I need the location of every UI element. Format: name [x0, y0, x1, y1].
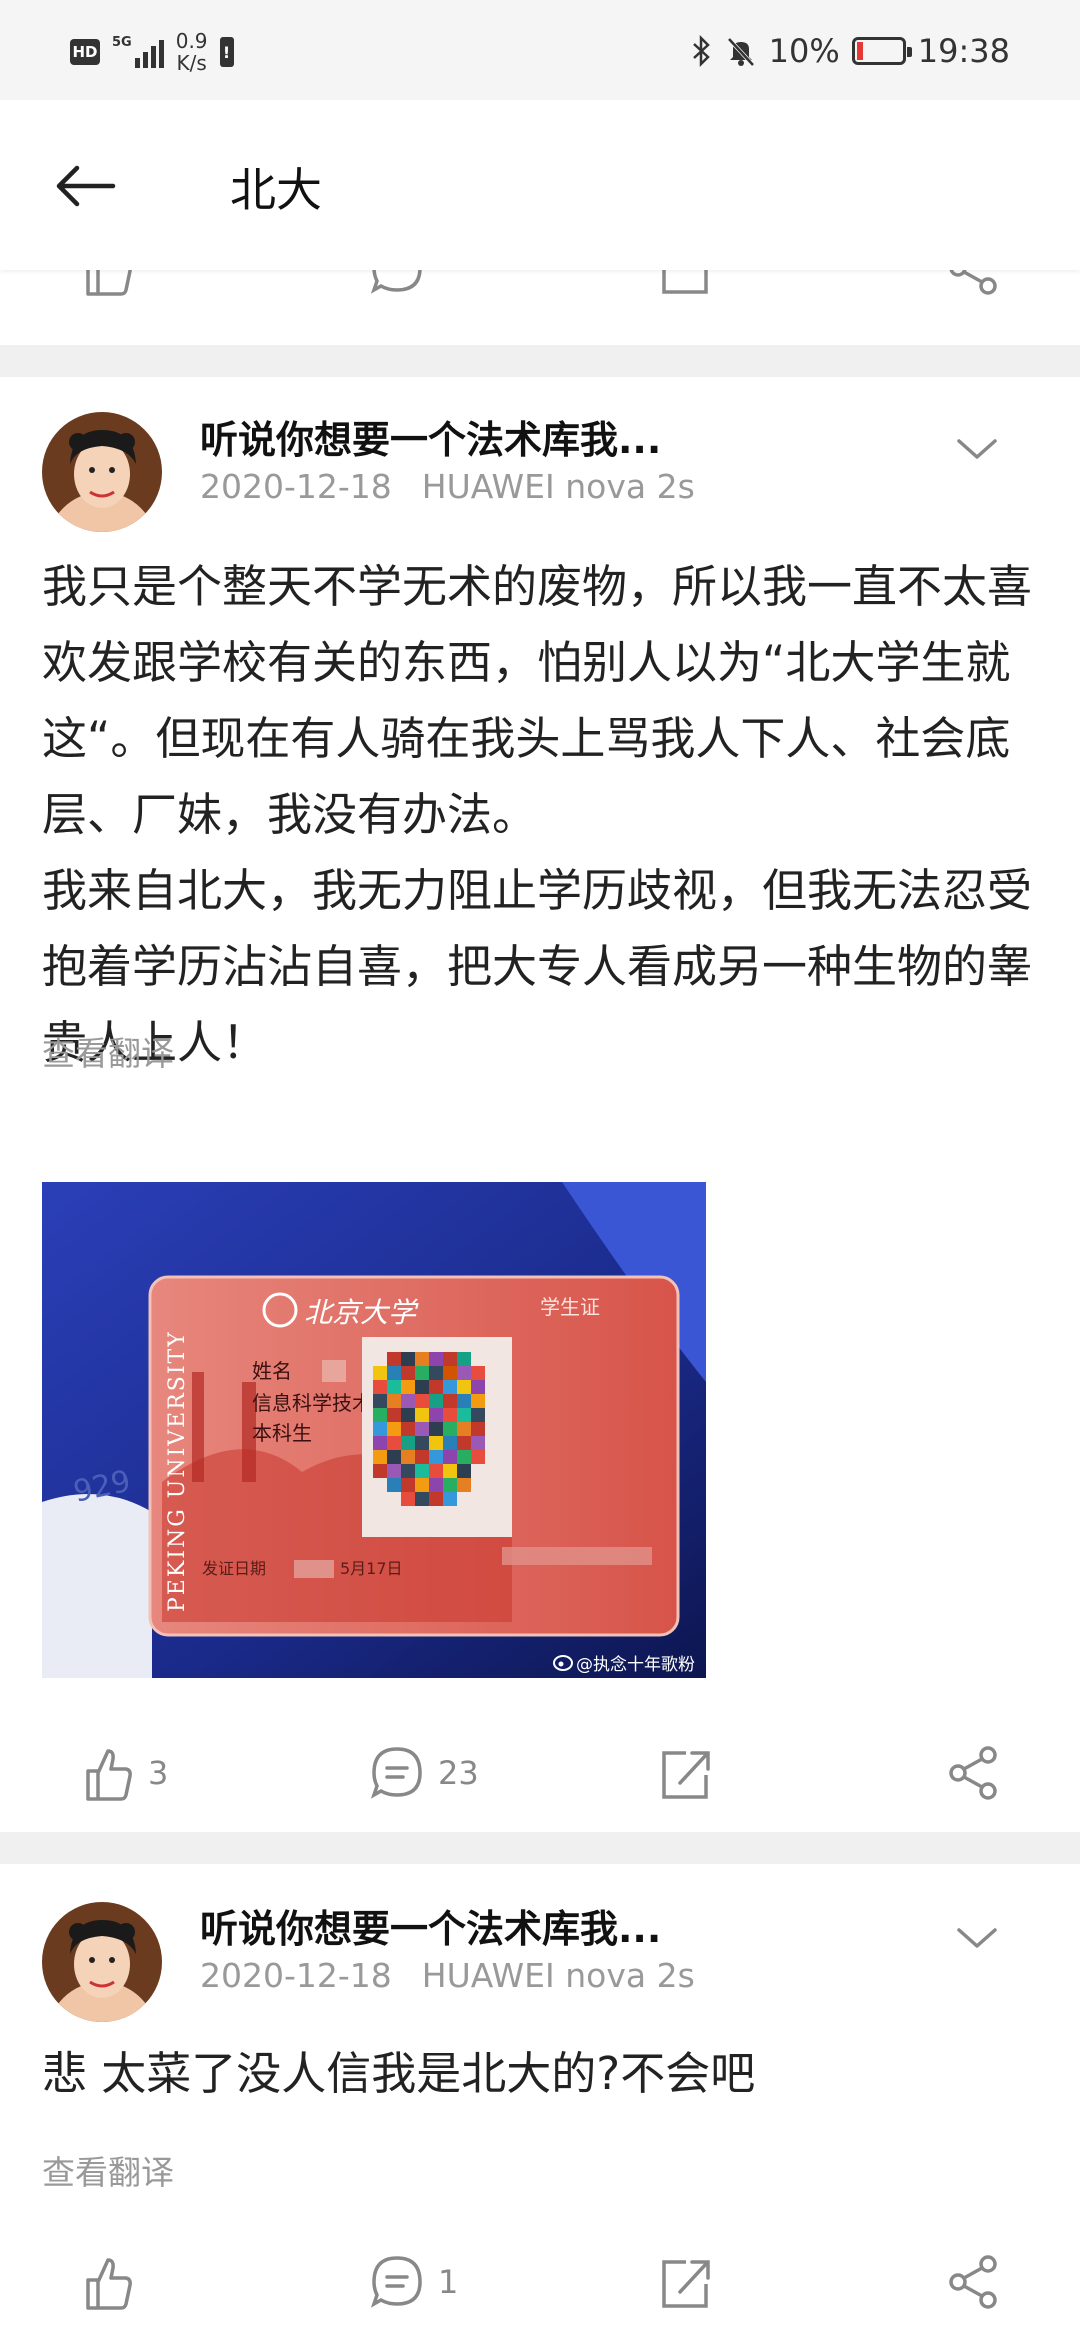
repost-icon[interactable] [658, 270, 712, 298]
post-date: 2020-12-18 [200, 1956, 392, 1995]
share-icon [949, 1746, 997, 1800]
comment-button[interactable]: 23 [370, 1733, 479, 1813]
image-watermark: @执念十年歌粉 [576, 1654, 695, 1675]
post-text: 我只是个整天不学无术的废物，所以我一直不太喜欢发跟学校有关的东西，怕别人以为“北… [42, 560, 1033, 1069]
translate-link[interactable]: 查看翻译 [42, 1027, 174, 1075]
card-tag: 学生证 [540, 1295, 600, 1319]
status-right: 10% 19:38 [691, 32, 1010, 70]
back-arrow-icon [56, 165, 116, 207]
repost-icon [662, 1751, 710, 1799]
status-left: HD 5G 0.9 K/s ! [70, 30, 234, 74]
card-english: PEKING UNIVERSITY [165, 1330, 190, 1612]
like-count: 3 [148, 1754, 169, 1792]
avatar[interactable] [42, 412, 162, 532]
signal-icon: 5G [112, 36, 164, 68]
repost-button[interactable] [658, 1733, 712, 1813]
card-issue-label: 发证日期 [202, 1559, 266, 1578]
separator [0, 345, 1080, 377]
mosaic-photo [373, 1352, 485, 1506]
status-bar: HD 5G 0.9 K/s ! 10% 19:38 [0, 0, 1080, 100]
share-icon[interactable] [946, 270, 1000, 298]
post-device: HUAWEI nova 2s [421, 467, 695, 506]
mute-bell-icon [727, 37, 755, 67]
post-actions: 1 [0, 2242, 1080, 2322]
like-icon [86, 2258, 132, 2310]
card-issue-date: 5月17日 [340, 1559, 403, 1578]
battery-icon [851, 37, 912, 65]
repost-button[interactable] [658, 2242, 712, 2322]
alert-icon: ! [219, 37, 234, 67]
comment-button[interactable]: 1 [370, 2242, 458, 2322]
comment-count: 1 [438, 2263, 459, 2301]
chevron-down-icon[interactable] [955, 433, 999, 463]
like-button[interactable]: 3 [84, 1733, 168, 1813]
previous-post-actions [0, 270, 1080, 345]
network-type: 5G [112, 35, 132, 50]
repost-icon [662, 2260, 710, 2308]
page-title: 北大 [230, 163, 322, 217]
comment-icon[interactable] [370, 270, 424, 298]
share-button[interactable] [946, 2242, 1000, 2322]
post-meta: 2020-12-18 HUAWEI nova 2s [200, 467, 695, 506]
app-bar: 北大 [0, 100, 1080, 270]
post-image[interactable]: 北京大学 学生证 PEKING UNIVERSITY 姓名 信息科学技术学院 本… [42, 1182, 706, 1678]
bluetooth-icon [692, 35, 710, 67]
comment-icon [370, 2256, 422, 2308]
card-degree: 本科生 [252, 1421, 312, 1445]
back-button[interactable] [50, 156, 120, 216]
chevron-down-icon[interactable] [955, 1922, 999, 1952]
share-icon [949, 2255, 997, 2309]
post-actions: 3 23 [0, 1733, 1080, 1813]
post-meta: 2020-12-18 HUAWEI nova 2s [200, 1956, 695, 1995]
post-text: 悲 太菜了没人信我是北大的?不会吧 [42, 2047, 756, 2100]
like-icon [86, 1749, 132, 1801]
like-button[interactable] [84, 2242, 148, 2322]
like-icon[interactable] [84, 270, 134, 298]
comment-icon [370, 1747, 422, 1799]
battery-percent: 10% [768, 32, 840, 70]
translate-link[interactable]: 查看翻译 [42, 2146, 174, 2194]
network-speed: 0.9 K/s [175, 29, 208, 75]
post-card: 听说你想要一个法术库我... 2020-12-18 HUAWEI nova 2s… [0, 1864, 1080, 2340]
comment-count: 23 [438, 1754, 479, 1792]
post-date: 2020-12-18 [200, 467, 392, 506]
card-title: 北京大学 [304, 1296, 419, 1329]
post-author[interactable]: 听说你想要一个法术库我... [200, 1898, 661, 1953]
share-button[interactable] [946, 1733, 1000, 1813]
post-card: 听说你想要一个法术库我... 2020-12-18 HUAWEI nova 2s… [0, 377, 1080, 1832]
avatar[interactable] [42, 1902, 162, 2022]
clock: 19:38 [917, 32, 1010, 70]
hd-icon: HD [70, 39, 100, 65]
separator [0, 1832, 1080, 1864]
card-name-label: 姓名 [252, 1359, 292, 1383]
post-author[interactable]: 听说你想要一个法术库我... [200, 409, 661, 464]
post-device: HUAWEI nova 2s [421, 1956, 695, 1995]
